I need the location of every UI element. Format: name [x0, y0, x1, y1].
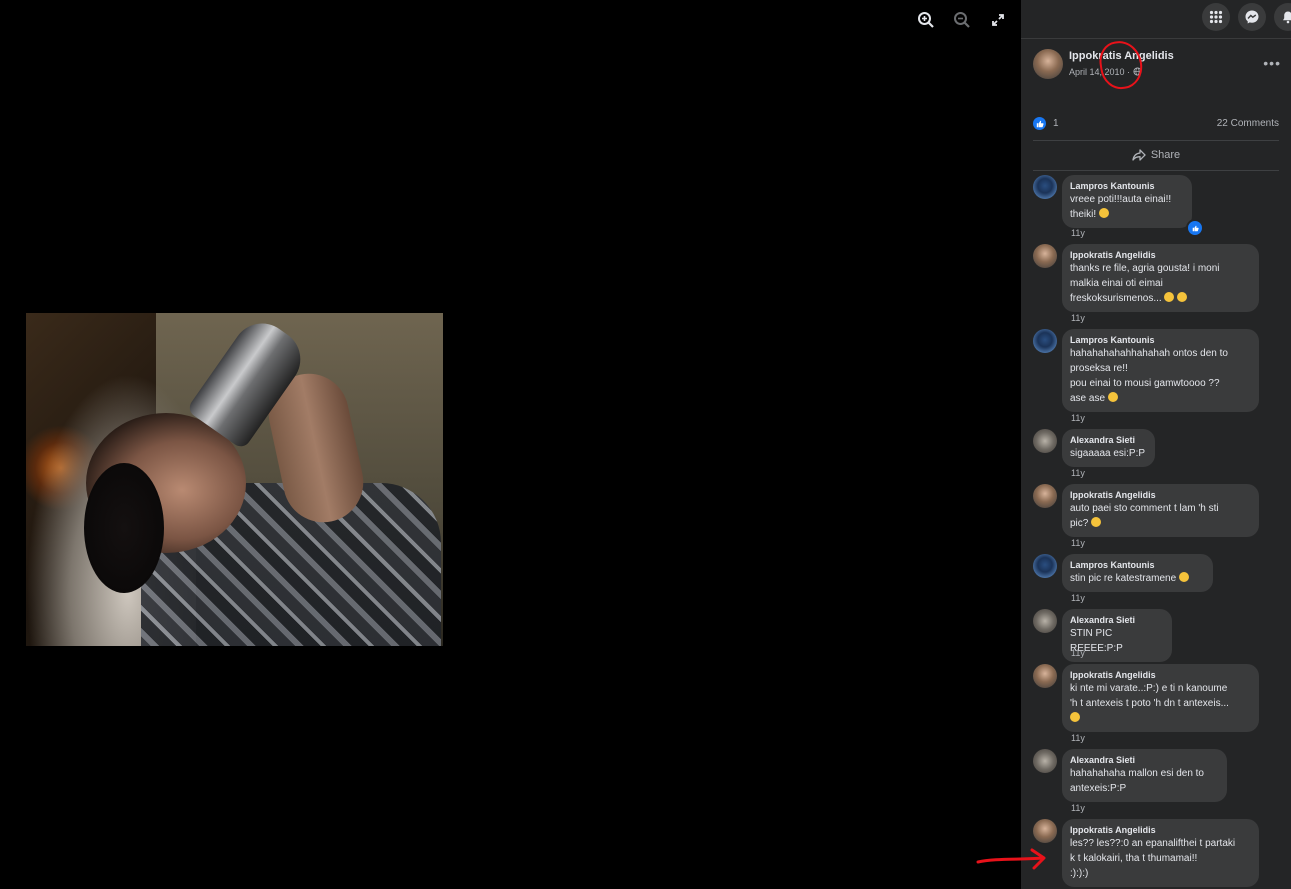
comment-bubble: Lampros Kantounis vreee poti!!!auta eina… [1062, 175, 1192, 228]
comment-text: ki nte mi varate..:P:) e ti n kanoume 'h… [1070, 681, 1251, 726]
comment-bubble: Ippokratis Angelidis les?? les??:0 an ep… [1062, 819, 1259, 887]
comment-text: hahahahahahhahahah ontos den to proseksa… [1070, 348, 1228, 404]
zoom-out-icon[interactable] [950, 8, 974, 32]
comment-time[interactable]: 11y [1071, 803, 1085, 813]
avatar[interactable] [1033, 609, 1057, 633]
photo-viewer [0, 0, 1021, 889]
comment-time[interactable]: 11y [1071, 733, 1085, 743]
share-icon [1132, 149, 1146, 161]
avatar[interactable] [1033, 749, 1057, 773]
comment-author[interactable]: Lampros Kantounis [1070, 334, 1251, 346]
divider [1033, 140, 1279, 141]
comment-time[interactable]: 11y [1071, 313, 1085, 323]
avatar[interactable] [1033, 429, 1057, 453]
comment-text: stin pic re katestramene [1070, 571, 1205, 586]
messenger-icon[interactable] [1238, 3, 1266, 31]
fullscreen-icon[interactable] [986, 8, 1010, 32]
menu-grid-icon[interactable] [1202, 3, 1230, 31]
comment-bubble: Lampros Kantounis stin pic re katestrame… [1062, 554, 1213, 592]
post-date[interactable]: April 14, 2010 · [1069, 67, 1142, 77]
comment-text: hahahahaha mallon esi den to antexeis:P:… [1070, 768, 1204, 794]
comment-time[interactable]: 11y [1071, 593, 1085, 603]
globe-icon [1133, 67, 1142, 76]
post-stats: 1 22 Comments [1033, 116, 1279, 132]
comments-count[interactable]: 22 Comments [1217, 118, 1279, 129]
avatar[interactable] [1033, 819, 1057, 843]
comment-text: auto paei sto comment t lam 'h sti pic? [1070, 503, 1219, 529]
comment-text: thanks re file, agria gousta! i moni mal… [1070, 263, 1220, 304]
comment-bubble: Alexandra Sieti hahahahaha mallon esi de… [1062, 749, 1227, 802]
avatar[interactable] [1033, 175, 1057, 199]
comment-time[interactable]: 11y [1071, 468, 1085, 478]
comment-author[interactable]: Alexandra Sieti [1070, 614, 1164, 626]
emoji-icon [1164, 292, 1175, 302]
avatar[interactable] [1033, 244, 1057, 268]
comment-author[interactable]: Ippokratis Angelidis [1070, 824, 1251, 836]
like-reaction-icon[interactable] [1033, 117, 1046, 130]
comment-bubble: Ippokratis Angelidis ki nte mi varate..:… [1062, 664, 1259, 732]
comment-bubble: Ippokratis Angelidis auto paei sto comme… [1062, 484, 1259, 537]
comment-time[interactable]: 11y [1071, 228, 1085, 238]
comment-time[interactable]: 11y [1071, 538, 1085, 548]
comment-text: les?? les??:0 an epanalifthei t partaki … [1070, 838, 1236, 879]
zoom-in-icon[interactable] [914, 8, 938, 32]
post-photo [26, 313, 443, 646]
comment-bubble: Ippokratis Angelidis thanks re file, agr… [1062, 244, 1259, 312]
comment-author[interactable]: Ippokratis Angelidis [1070, 669, 1251, 681]
avatar[interactable] [1033, 329, 1057, 353]
more-options-icon[interactable]: ••• [1263, 55, 1281, 71]
notifications-icon[interactable] [1274, 3, 1291, 31]
post-header: Ippokratis Angelidis April 14, 2010 · ••… [1033, 49, 1281, 81]
avatar[interactable] [1033, 484, 1057, 508]
share-label: Share [1150, 149, 1181, 161]
comment-bubble: Lampros Kantounis hahahahahahhahahah ont… [1062, 329, 1259, 412]
avatar[interactable] [1033, 554, 1057, 578]
emoji-icon [1177, 292, 1188, 302]
like-count[interactable]: 1 [1053, 118, 1059, 129]
avatar[interactable] [1033, 49, 1063, 79]
emoji-icon [1107, 392, 1118, 402]
top-bar [1021, 0, 1291, 39]
post-author-name[interactable]: Ippokratis Angelidis [1069, 50, 1174, 62]
post-side-panel: Ippokratis Angelidis April 14, 2010 · ••… [1021, 0, 1291, 889]
share-button[interactable]: Share [1033, 142, 1279, 168]
comment-author[interactable]: Lampros Kantounis [1070, 559, 1205, 571]
comment-time[interactable]: 11y [1071, 413, 1085, 423]
comment-author[interactable]: Lampros Kantounis [1070, 180, 1184, 192]
avatar[interactable] [1033, 664, 1057, 688]
comment-bubble: Alexandra Sieti sigaaaaa esi:P:P [1062, 429, 1155, 467]
emoji-icon [1070, 712, 1080, 722]
emoji-icon [1098, 208, 1109, 218]
comment-text: sigaaaaa esi:P:P [1070, 448, 1146, 459]
comment-author[interactable]: Ippokratis Angelidis [1070, 489, 1251, 501]
comment-time[interactable]: 11y [1071, 648, 1085, 658]
divider [1033, 170, 1279, 171]
comment-author[interactable]: Ippokratis Angelidis [1070, 249, 1251, 261]
comment-author[interactable]: Alexandra Sieti [1070, 754, 1219, 766]
emoji-icon [1178, 572, 1189, 582]
comment-author[interactable]: Alexandra Sieti [1070, 434, 1147, 446]
comment-text: vreee poti!!!auta einai!! theiki! [1070, 194, 1172, 220]
like-reaction-icon[interactable] [1186, 219, 1204, 237]
emoji-icon [1091, 517, 1102, 527]
